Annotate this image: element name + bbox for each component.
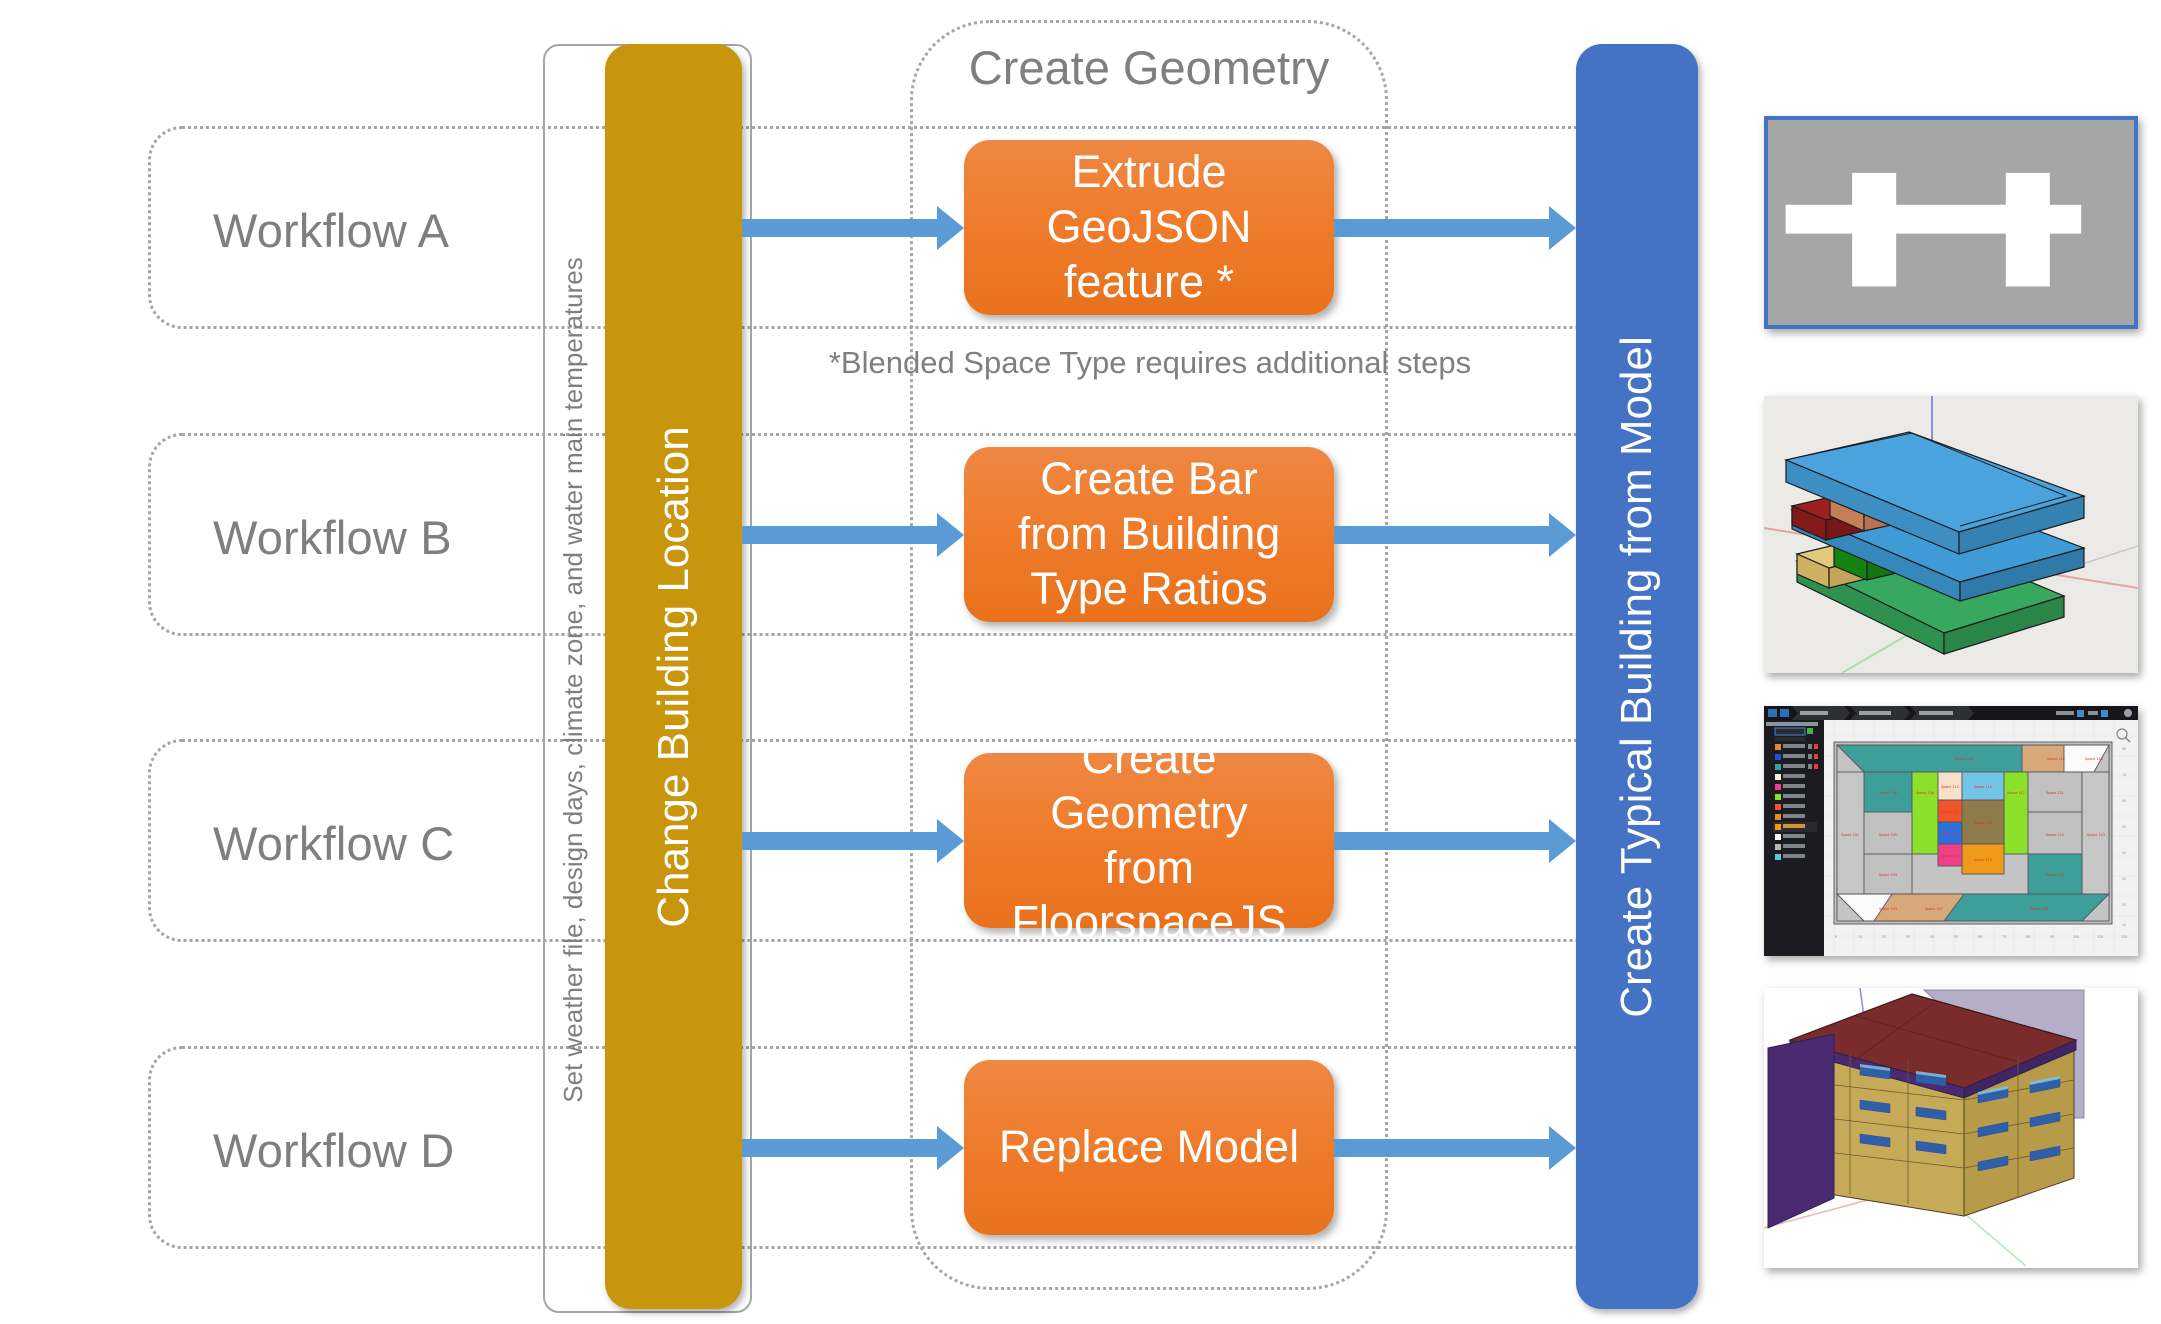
- arrow-right-icon-a-right: [1334, 206, 1576, 250]
- process-box-create-bar-label: Create Bar from Building Type Ratios: [1017, 453, 1281, 614]
- svg-text:Space 116: Space 116: [2047, 757, 2065, 761]
- svg-text:60: 60: [2122, 799, 2126, 803]
- create-typical-building-bar[interactable]: Create Typical Building from Model: [1576, 44, 1698, 1309]
- svg-text:40: 40: [1930, 935, 1934, 939]
- svg-text:Space 106: Space 106: [1879, 791, 1897, 795]
- svg-text:30: 30: [2122, 877, 2126, 881]
- process-box-extrude-geojson[interactable]: Extrude GeoJSON feature *: [964, 140, 1334, 315]
- arrow-right-icon-c-left: [742, 819, 964, 863]
- svg-text:Space 108: Space 108: [1916, 791, 1934, 795]
- location-column-caption: Set weather file, design days, climate z…: [557, 257, 588, 1103]
- process-box-replace-model[interactable]: Replace Model: [964, 1060, 1334, 1235]
- svg-text:Space 114: Space 114: [1974, 821, 1992, 825]
- create-geometry-title: Create Geometry: [968, 41, 1330, 94]
- svg-text:70: 70: [2122, 773, 2126, 777]
- svg-text:0: 0: [1835, 935, 1837, 939]
- arrow-right-icon-c-right: [1334, 819, 1576, 863]
- thumbnail-bar-massing: [1764, 396, 2138, 673]
- process-box-create-bar[interactable]: Create Bar from Building Type Ratios: [964, 447, 1334, 622]
- svg-text:Space 107: Space 107: [1925, 907, 1943, 911]
- thumbnail-floorspacejs-editor: Space 102 Space 116 Space 122 Space 106 Spa…: [1764, 706, 2138, 956]
- svg-text:Space 101: Space 101: [1841, 833, 1859, 837]
- svg-text:Space 123: Space 123: [2087, 833, 2105, 837]
- process-box-extrude-geojson-label: Extrude GeoJSON feature *: [1046, 146, 1252, 307]
- svg-text:20: 20: [1882, 935, 1886, 939]
- svg-text:Space 102: Space 102: [1955, 757, 1973, 761]
- svg-text:Space 113: Space 113: [1974, 858, 1992, 862]
- svg-text:50: 50: [2122, 825, 2126, 829]
- workflow-label-d: Workflow D: [213, 1124, 455, 1177]
- svg-text:Space 109: Space 109: [1941, 854, 1959, 858]
- process-box-create-geometry-floorspacejs-label: Create Geometry from FloorspaceJS: [1011, 731, 1287, 948]
- svg-text:Space 119: Space 119: [2046, 873, 2064, 877]
- svg-text:40: 40: [2122, 851, 2126, 855]
- thumbnail-detailed-building-model: [1764, 988, 2138, 1268]
- arrow-right-icon-b-left: [742, 513, 964, 557]
- svg-text:10: 10: [2122, 923, 2126, 927]
- svg-text:50: 50: [1954, 935, 1958, 939]
- arrow-right-icon-d-right: [1334, 1126, 1576, 1170]
- change-building-location-bar[interactable]: Change Building Location: [605, 44, 742, 1309]
- svg-text:90: 90: [2050, 935, 2054, 939]
- svg-text:10: 10: [1858, 935, 1862, 939]
- svg-text:Space 105: Space 105: [1879, 833, 1897, 837]
- svg-text:70: 70: [2002, 935, 2006, 939]
- svg-text:100: 100: [2073, 935, 2079, 939]
- svg-text:Space 110: Space 110: [1941, 832, 1959, 836]
- svg-text:Space 104: Space 104: [1879, 873, 1897, 877]
- thumbnail-geojson-footprint: [1764, 116, 2138, 329]
- process-box-create-geometry-floorspacejs[interactable]: Create Geometry from FloorspaceJS: [964, 732, 1334, 947]
- arrow-right-icon-b-right: [1334, 513, 1576, 557]
- workflow-label-a: Workflow A: [213, 204, 450, 257]
- svg-text:20: 20: [2122, 903, 2126, 907]
- geojson-footprint-graphic: [1768, 120, 2134, 325]
- arrow-right-icon-a-left: [742, 206, 964, 250]
- svg-text:Space 103: Space 103: [1879, 907, 1897, 911]
- svg-text:80: 80: [2026, 935, 2030, 939]
- process-box-replace-model-label: Replace Model: [998, 1121, 1300, 1173]
- svg-text:Space 117: Space 117: [2007, 791, 2025, 795]
- svg-text:Space 115: Space 115: [1974, 785, 1992, 789]
- svg-text:110: 110: [2097, 935, 2103, 939]
- svg-text:Space 122: Space 122: [2085, 757, 2103, 761]
- floorspacejs-graphic: Space 102 Space 116 Space 122 Space 106 Spa…: [1764, 706, 2138, 956]
- svg-text:Space 118: Space 118: [2030, 907, 2048, 911]
- svg-text:Space 111: Space 111: [1941, 810, 1959, 814]
- svg-text:30: 30: [1906, 935, 1910, 939]
- detailed-building-graphic: [1764, 988, 2138, 1268]
- svg-text:120: 120: [2121, 935, 2127, 939]
- create-typical-building-label: Create Typical Building from Model: [1612, 335, 1662, 1018]
- svg-text:Space 112: Space 112: [1941, 785, 1959, 789]
- svg-text:Space 120: Space 120: [2046, 833, 2064, 837]
- svg-text:60: 60: [1978, 935, 1982, 939]
- svg-text:80: 80: [2122, 747, 2126, 751]
- svg-text:Space 121: Space 121: [2046, 791, 2064, 795]
- bar-massing-graphic: [1764, 396, 2138, 673]
- workflow-label-b: Workflow B: [213, 511, 452, 564]
- diagram-canvas: Workflow A Workflow B Workflow C Workflo…: [0, 0, 2161, 1324]
- arrow-right-icon-d-left: [742, 1126, 964, 1170]
- workflow-label-c: Workflow C: [213, 817, 455, 870]
- change-building-location-label: Change Building Location: [648, 425, 698, 928]
- blended-space-type-footnote: *Blended Space Type requires additional …: [828, 345, 1472, 380]
